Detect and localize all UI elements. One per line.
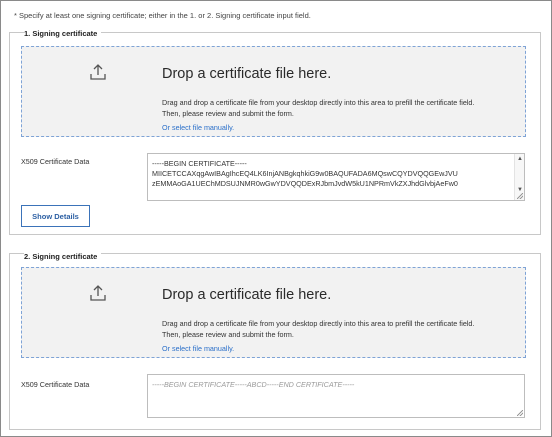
dropzone-description-line: Then, please review and submit the form.	[162, 330, 294, 339]
resize-handle-icon[interactable]	[517, 193, 523, 199]
dropzone-description-line: Drag and drop a certificate file from yo…	[162, 98, 475, 107]
certificate-text: -----BEGIN CERTIFICATE----- MIICETCCAXqg…	[152, 159, 512, 189]
dropzone-title: Drop a certificate file here.	[162, 287, 332, 303]
page-frame: * Specify at least one signing certifica…	[0, 0, 552, 437]
dropzone-description: Drag and drop a certificate file from yo…	[162, 97, 474, 119]
signing-certificate-section-2: 2. Signing certificate Drop a certificat…	[9, 252, 541, 430]
certificate-line: MIICETCCAXqgAwIBAgIhcEQ4LK6InjANBgkqhkiG…	[152, 169, 458, 178]
certificate-placeholder: -----BEGIN CERTIFICATE-----ABCD-----END …	[152, 380, 355, 389]
requirement-note: * Specify at least one signing certifica…	[14, 11, 311, 20]
dropzone-title: Drop a certificate file here.	[162, 66, 332, 82]
scroll-up-arrow-icon[interactable]: ▲	[516, 155, 524, 163]
certificate-dropzone[interactable]: Drop a certificate file here. Drag and d…	[21, 46, 526, 137]
dropzone-description-line: Then, please review and submit the form.	[162, 109, 294, 118]
dropzone-description-line: Drag and drop a certificate file from yo…	[162, 319, 475, 328]
select-file-manually-link[interactable]: Or select file manually.	[162, 344, 234, 353]
certificate-line: -----BEGIN CERTIFICATE-----	[152, 159, 247, 168]
x509-certificate-textarea[interactable]: -----BEGIN CERTIFICATE----- MIICETCCAXqg…	[147, 153, 525, 201]
resize-handle-icon[interactable]	[517, 410, 523, 416]
certificate-line: zEMMAoGA1UEChMDSUJNMR0wGwYDVQQDExRJbmJvd…	[152, 179, 458, 188]
select-file-manually-link[interactable]: Or select file manually.	[162, 123, 234, 132]
x509-field-label: X509 Certificate Data	[21, 157, 90, 166]
show-details-button[interactable]: Show Details	[21, 205, 90, 227]
certificate-dropzone[interactable]: Drop a certificate file here. Drag and d…	[21, 267, 526, 358]
section-title: 1. Signing certificate	[24, 29, 102, 38]
upload-icon	[90, 64, 106, 80]
x509-certificate-textarea[interactable]: -----BEGIN CERTIFICATE-----ABCD-----END …	[147, 374, 525, 418]
upload-icon	[90, 285, 106, 301]
signing-certificate-section-1: 1. Signing certificate Drop a certificat…	[9, 29, 541, 235]
section-title: 2. Signing certificate	[24, 252, 102, 261]
dropzone-description: Drag and drop a certificate file from yo…	[162, 318, 474, 340]
x509-field-label: X509 Certificate Data	[21, 380, 90, 389]
